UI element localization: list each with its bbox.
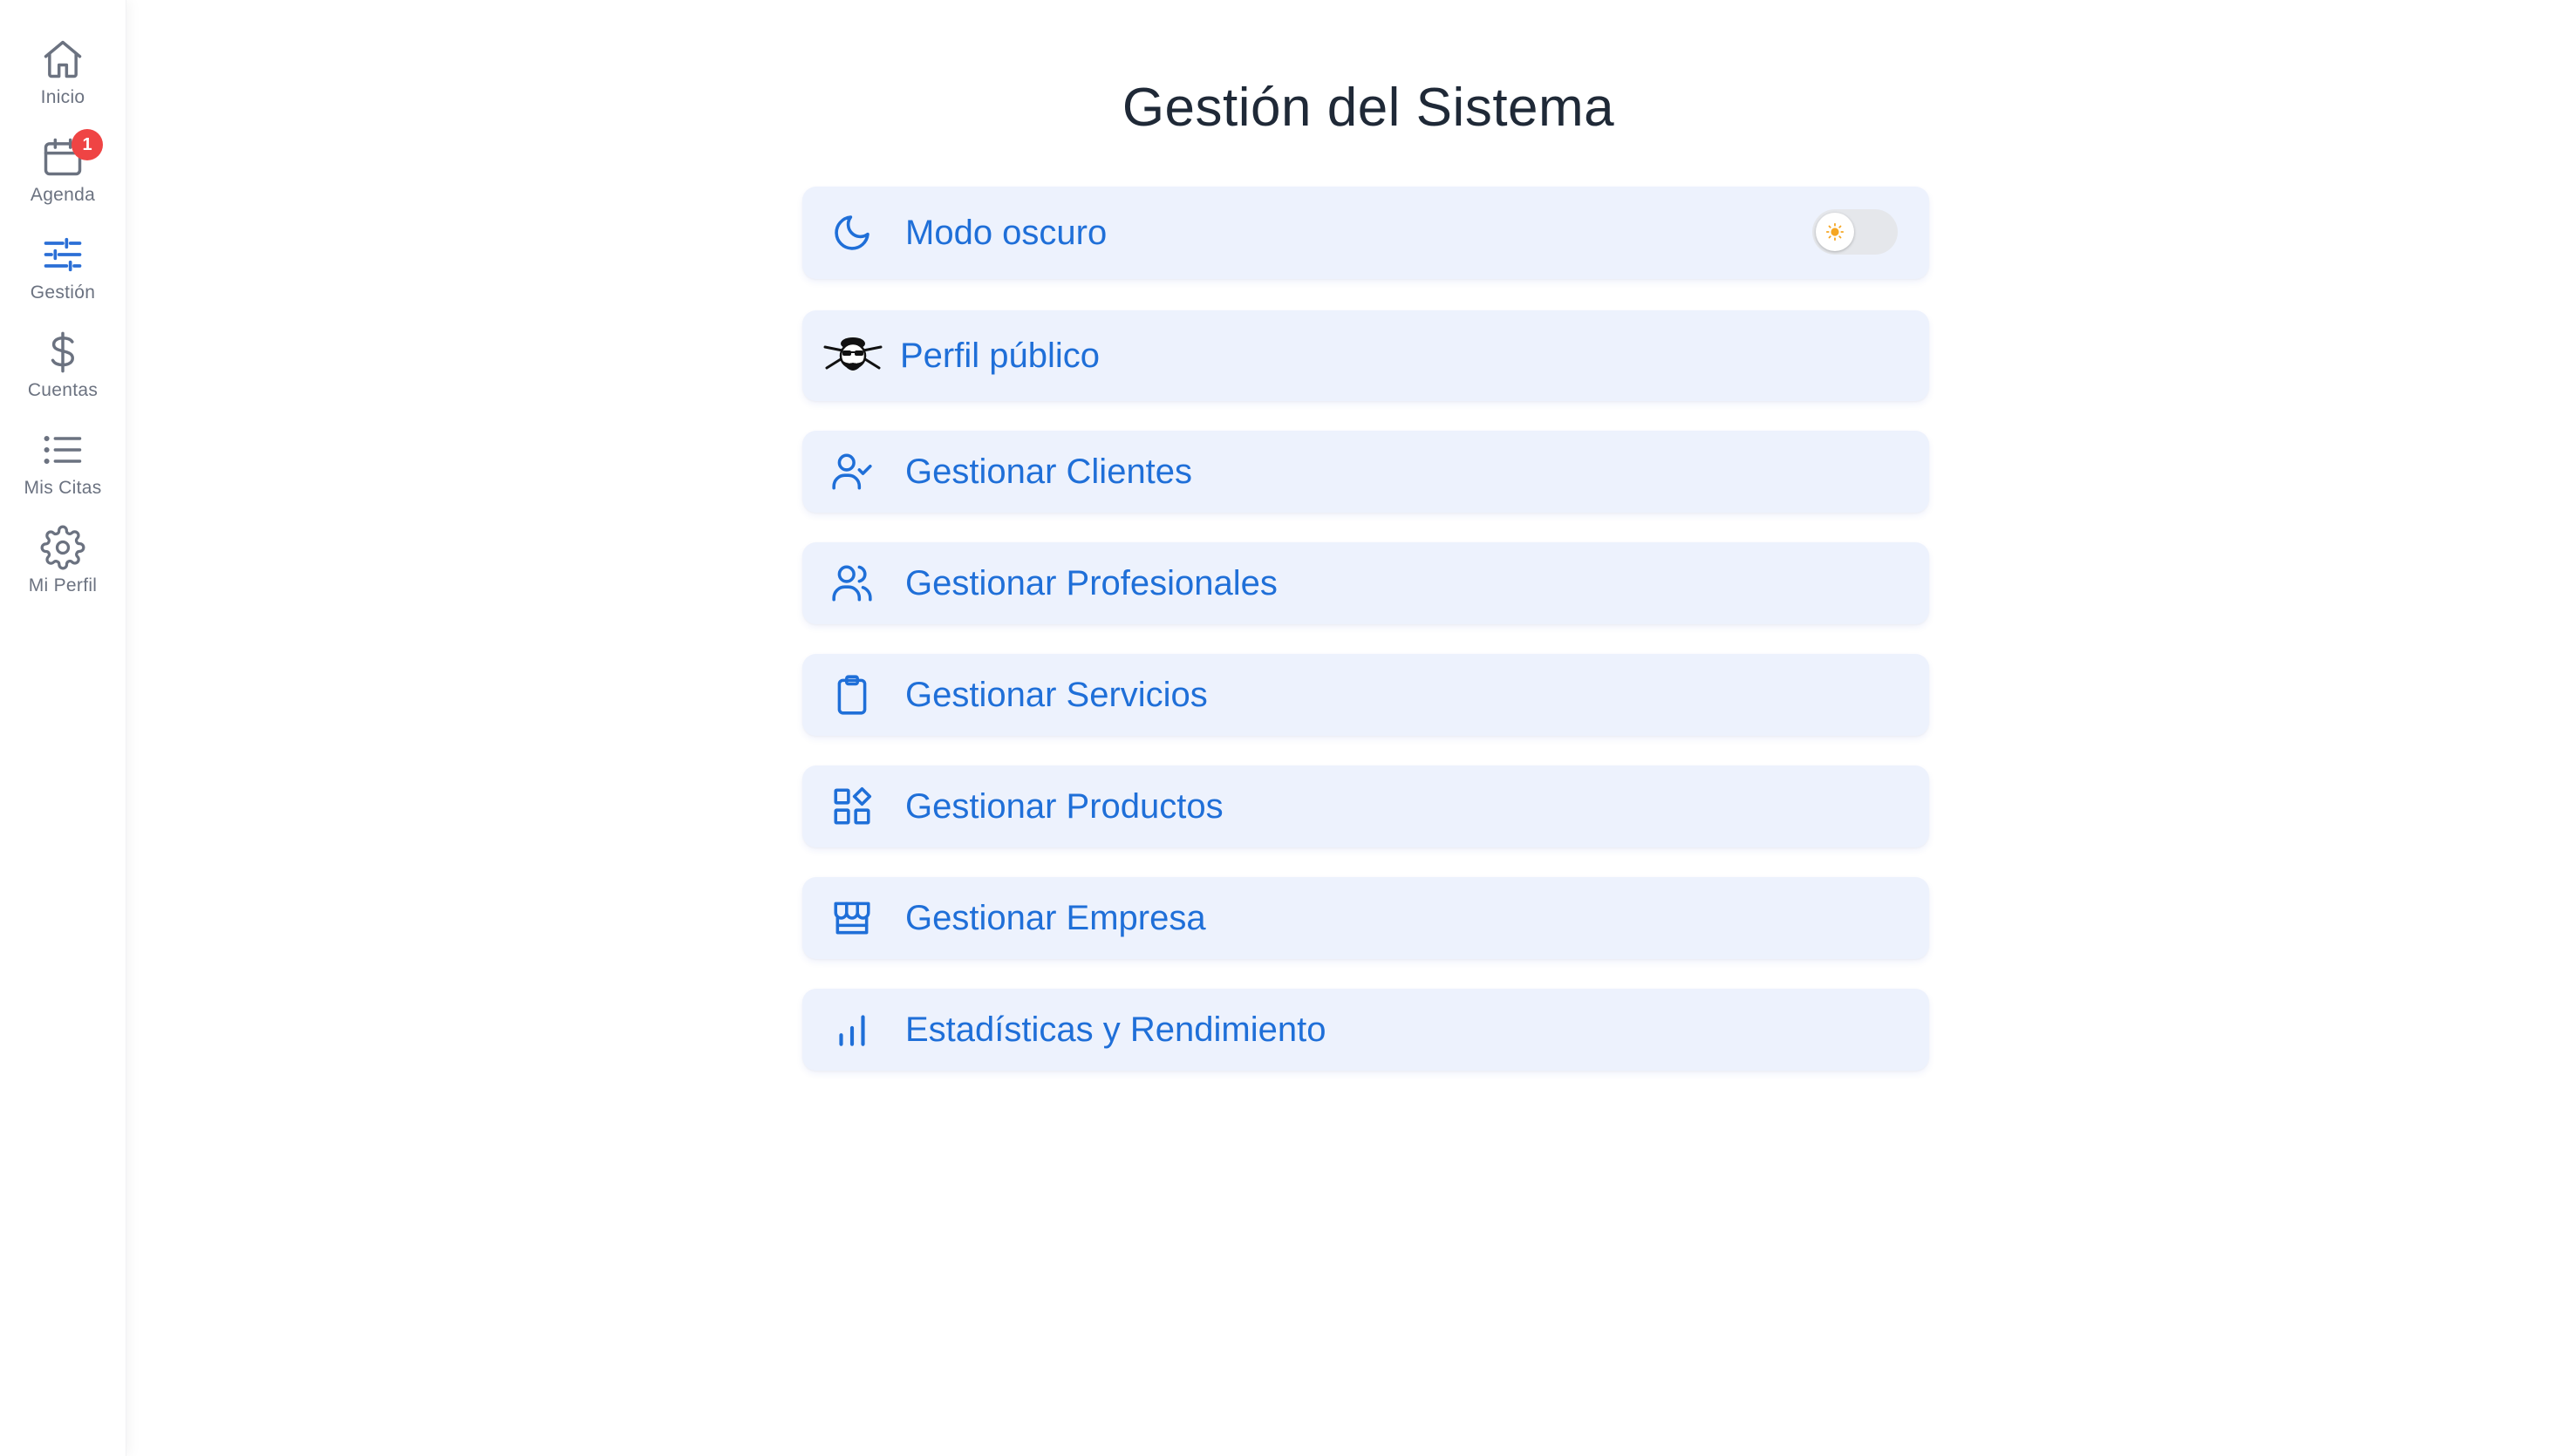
sidebar-item-label: Inicio (40, 87, 85, 107)
page-title: Gestión del Sistema (1122, 78, 1615, 138)
users-icon (830, 561, 874, 605)
menu-item-label: Perfil público (900, 336, 1101, 375)
menu-item-gestionar-clientes[interactable]: Gestionar Clientes (802, 431, 1929, 513)
notification-badge: 1 (72, 129, 103, 160)
list-icon (40, 427, 85, 473)
menu-item-gestionar-productos[interactable]: Gestionar Productos (802, 765, 1929, 847)
dark-mode-toggle[interactable] (1812, 209, 1898, 255)
profile-logo-icon (822, 334, 884, 378)
clipboard-icon (830, 673, 874, 717)
menu-item-label: Gestionar Empresa (905, 898, 1206, 937)
sidebar-item-cuentas[interactable]: Cuentas (0, 317, 126, 408)
sidebar-item-label: Mis Citas (24, 478, 102, 498)
sidebar-item-inicio[interactable]: Inicio (0, 24, 126, 115)
menu-item-gestionar-profesionales[interactable]: Gestionar Profesionales (802, 542, 1929, 624)
sidebar-item-label: Gestión (30, 282, 96, 303)
menu-item-label: Gestionar Servicios (905, 675, 1208, 714)
sidebar-item-agenda[interactable]: 1 Agenda (0, 122, 126, 213)
menu-item-estadisticas[interactable]: Estadísticas y Rendimiento (802, 989, 1929, 1071)
dark-mode-label: Modo oscuro (905, 213, 1108, 252)
menu-item-perfil-publico[interactable]: Perfil público (802, 310, 1929, 401)
menu-item-gestionar-servicios[interactable]: Gestionar Servicios (802, 654, 1929, 736)
sun-icon (1816, 213, 1854, 251)
sidebar-item-label: Agenda (30, 185, 96, 205)
sidebar-item-label: Cuentas (27, 380, 99, 400)
dark-mode-row: Modo oscuro (802, 187, 1929, 279)
gear-icon (40, 525, 85, 570)
sidebar-item-mis-citas[interactable]: Mis Citas (0, 415, 126, 506)
sidebar: Inicio 1 Agenda Gestión Cuentas Mis Cita… (0, 0, 126, 1456)
menu-item-label: Gestionar Clientes (905, 452, 1193, 491)
calendar-icon: 1 (40, 129, 103, 180)
menu-item-label: Gestionar Productos (905, 786, 1224, 826)
moon-icon (830, 211, 874, 255)
menu-item-label: Gestionar Profesionales (905, 563, 1278, 602)
sidebar-item-gestion[interactable]: Gestión (0, 220, 126, 310)
sliders-icon (40, 232, 85, 277)
store-icon (830, 896, 874, 940)
grid-shapes-icon (830, 785, 874, 828)
sidebar-item-mi-perfil[interactable]: Mi Perfil (0, 513, 126, 603)
dollar-icon (40, 330, 85, 375)
sidebar-item-label: Mi Perfil (28, 575, 98, 595)
user-check-icon (830, 450, 874, 493)
menu-item-label: Estadísticas y Rendimiento (905, 1010, 1326, 1049)
home-icon (40, 37, 85, 82)
bar-chart-icon (830, 1008, 874, 1051)
menu-item-gestionar-empresa[interactable]: Gestionar Empresa (802, 877, 1929, 959)
